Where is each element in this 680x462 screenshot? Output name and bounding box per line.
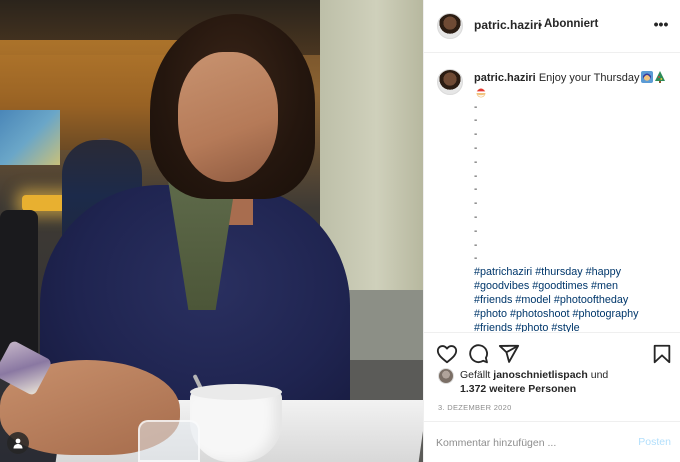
caption-dash-line: - — [474, 156, 478, 168]
caption-message: Enjoy your Thursday — [538, 72, 640, 84]
hashtag-line[interactable]: #patrichaziri #thursday #happy — [474, 266, 674, 280]
photo-cup — [190, 390, 282, 462]
photo-cup-rim — [190, 384, 282, 400]
bookmark-icon[interactable] — [651, 343, 673, 365]
share-icon[interactable] — [498, 343, 520, 365]
caption-hashtags: #patrichaziri #thursday #happy #goodvibes… — [474, 266, 674, 332]
hashtag-line[interactable]: #goodvibes #goodtimes #men — [474, 280, 674, 294]
photo-man-face — [178, 52, 278, 182]
caption-dash-line: - — [474, 101, 478, 113]
author-username[interactable]: patric.haziri — [474, 18, 541, 32]
santa-emoji — [476, 88, 486, 98]
photo-bg-poster — [0, 110, 60, 165]
caption-dash-line: - — [474, 184, 478, 196]
likes-summary: Gefällt janoschnietlispach und 1.372 wei… — [438, 366, 673, 402]
post-header: patric.haziri • Abonniert ••• — [424, 0, 680, 53]
caption-dash-line: - — [474, 225, 478, 237]
heart-icon[interactable] — [436, 343, 458, 365]
comment-box: Posten — [424, 421, 680, 462]
follow-status-button[interactable]: Abonniert — [544, 18, 598, 30]
caption-dash-line: - — [474, 198, 478, 210]
hashtag-line[interactable]: #friends #model #photooftheday — [474, 294, 674, 308]
likes-prefix: Gefällt — [460, 369, 491, 381]
caption-author-avatar[interactable] — [437, 69, 463, 95]
post-sidebar: patric.haziri • Abonniert ••• patric.haz… — [423, 0, 680, 462]
woman-with-headscarf-emoji — [640, 71, 653, 83]
likes-others-link[interactable]: 1.372 weitere Personen — [460, 383, 576, 395]
photo-glass — [138, 420, 200, 462]
tagged-user-icon[interactable] — [7, 432, 29, 454]
separator-dot: • — [538, 18, 543, 32]
likes-line-1: Gefällt janoschnietlispach und — [460, 369, 608, 381]
caption-section: patric.haziri Enjoy your Thursday ------… — [424, 54, 680, 332]
liker-username[interactable]: janoschnietlispach — [493, 369, 588, 381]
comment-input[interactable] — [436, 433, 631, 453]
caption-dash-lines: ------------ — [474, 101, 674, 267]
caption-dash-line: - — [474, 115, 478, 127]
caption-dash-line: - — [474, 239, 478, 251]
caption-dash-line: - — [474, 211, 478, 223]
post-date[interactable]: 3. DEZEMBER 2020 — [438, 403, 512, 412]
christmas-tree-emoji — [654, 71, 665, 83]
comment-icon[interactable] — [467, 343, 489, 365]
caption-dash-line: - — [474, 253, 478, 265]
more-options-icon[interactable]: ••• — [650, 14, 672, 34]
likes-and: und — [590, 369, 609, 381]
post-comment-button[interactable]: Posten — [638, 436, 671, 448]
author-avatar[interactable] — [437, 13, 463, 39]
caption-text: patric.haziri Enjoy your Thursday ------… — [474, 71, 674, 332]
hashtag-line[interactable]: #photo #photoshoot #photography — [474, 308, 674, 322]
photo-chair — [0, 210, 38, 360]
caption-dash-line: - — [474, 142, 478, 154]
caption-dash-line: - — [474, 170, 478, 182]
liker-avatar[interactable] — [438, 368, 454, 384]
caption-dash-line: - — [474, 129, 478, 141]
caption-username[interactable]: patric.haziri — [474, 72, 536, 84]
post-photo[interactable] — [0, 0, 423, 462]
hashtag-line[interactable]: #friends #photo #style — [474, 322, 674, 332]
